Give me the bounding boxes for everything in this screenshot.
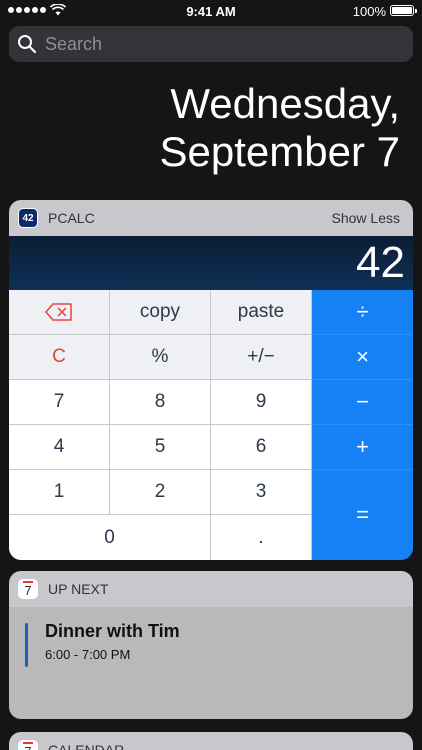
event-color-bar bbox=[25, 623, 28, 667]
digit-6-button[interactable]: 6 bbox=[211, 425, 312, 470]
clear-button[interactable]: C bbox=[9, 335, 110, 380]
digit-3-button[interactable]: 3 bbox=[211, 470, 312, 515]
calendar-app-icon: 7 bbox=[18, 579, 38, 599]
pcalc-app-icon: 42 bbox=[18, 208, 38, 228]
upnext-widget[interactable]: 7 UP NEXT Dinner with Tim 6:00 - 7:00 PM bbox=[9, 571, 413, 719]
digit-7-button[interactable]: 7 bbox=[9, 380, 110, 425]
pcalc-header: 42 PCALC Show Less bbox=[9, 200, 413, 236]
date-heading: Wednesday, September 7 bbox=[160, 80, 400, 176]
percent-button[interactable]: % bbox=[110, 335, 211, 380]
upnext-event[interactable]: Dinner with Tim 6:00 - 7:00 PM bbox=[9, 607, 413, 719]
backspace-button[interactable] bbox=[9, 290, 110, 335]
widget-title: PCALC bbox=[48, 210, 95, 226]
search-icon bbox=[18, 35, 37, 54]
calculator-keypad: copy paste ÷ C % +/− × 7 8 9 − 4 5 6 + 1… bbox=[9, 290, 413, 560]
multiply-button[interactable]: × bbox=[312, 335, 413, 380]
battery-percent: 100% bbox=[352, 4, 386, 19]
date-day: September 7 bbox=[159, 128, 400, 175]
digit-0-button[interactable]: 0 bbox=[9, 515, 211, 560]
widget-title: UP NEXT bbox=[48, 581, 109, 597]
calculator-display: 42 bbox=[9, 236, 413, 290]
calendar-header: 7 CALENDAR bbox=[9, 732, 413, 750]
paste-button[interactable]: paste bbox=[211, 290, 312, 335]
digit-8-button[interactable]: 8 bbox=[110, 380, 211, 425]
digit-5-button[interactable]: 5 bbox=[110, 425, 211, 470]
plus-button[interactable]: + bbox=[312, 425, 413, 470]
copy-button[interactable]: copy bbox=[110, 290, 211, 335]
divide-button[interactable]: ÷ bbox=[312, 290, 413, 335]
event-title: Dinner with Tim bbox=[45, 621, 180, 641]
sign-toggle-button[interactable]: +/− bbox=[211, 335, 312, 380]
upnext-header: 7 UP NEXT bbox=[9, 571, 413, 607]
decimal-button[interactable]: . bbox=[211, 515, 312, 560]
digit-4-button[interactable]: 4 bbox=[9, 425, 110, 470]
show-less-button[interactable]: Show Less bbox=[332, 210, 400, 226]
backspace-icon bbox=[45, 303, 72, 321]
search-bar[interactable] bbox=[9, 26, 413, 62]
equals-button[interactable]: = bbox=[312, 470, 413, 560]
minus-button[interactable]: − bbox=[312, 380, 413, 425]
calendar-widget[interactable]: 7 CALENDAR bbox=[9, 732, 413, 750]
calendar-app-icon: 7 bbox=[18, 740, 38, 750]
digit-9-button[interactable]: 9 bbox=[211, 380, 312, 425]
battery-icon bbox=[390, 5, 417, 16]
search-input[interactable] bbox=[45, 33, 385, 55]
status-bar: 9:41 AM 100% bbox=[0, 0, 422, 22]
pcalc-widget: 42 PCALC Show Less 42 copy paste ÷ C % +… bbox=[9, 200, 413, 560]
digit-1-button[interactable]: 1 bbox=[9, 470, 110, 515]
event-time: 6:00 - 7:00 PM bbox=[45, 647, 131, 662]
digit-2-button[interactable]: 2 bbox=[110, 470, 211, 515]
date-weekday: Wednesday, bbox=[170, 80, 400, 127]
widget-title: CALENDAR bbox=[48, 742, 125, 750]
